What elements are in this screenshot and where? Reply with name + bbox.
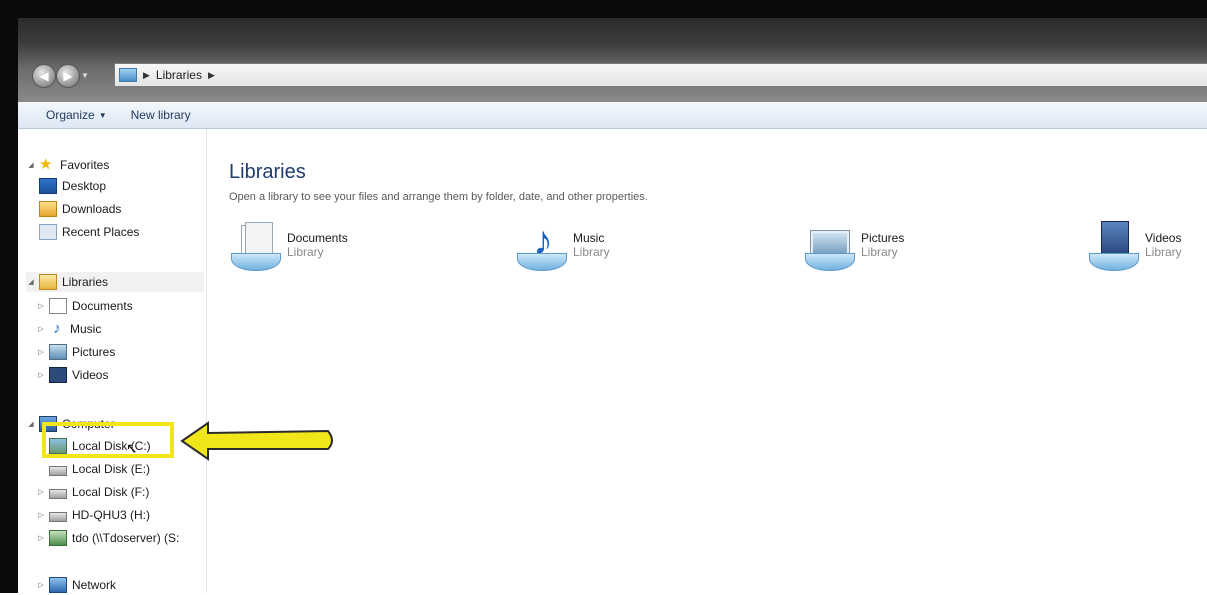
annotation-arrow-icon	[180, 421, 333, 461]
documents-library-icon	[229, 221, 281, 273]
nav-item-desktop[interactable]: Desktop	[36, 176, 106, 196]
collapsed-arrow-icon[interactable]: ▷	[36, 488, 46, 496]
collapsed-arrow-icon[interactable]: ▷	[36, 511, 46, 519]
libraries-icon	[39, 274, 57, 290]
content-pane: Libraries Open a library to see your fil…	[207, 129, 1207, 593]
screen-border-left	[0, 0, 18, 593]
disk-drive-icon	[49, 466, 67, 476]
desktop-icon	[39, 178, 57, 194]
nav-item-music[interactable]: ▷ ♪ Music	[36, 319, 101, 339]
star-icon: ★	[39, 156, 53, 173]
collapsed-arrow-icon[interactable]: ▷	[36, 302, 46, 310]
nav-item-label: Pictures	[72, 345, 116, 359]
page-title: Libraries	[229, 161, 306, 183]
organize-label: Organize	[46, 108, 95, 122]
nav-favorites[interactable]: ◢ ★ Favorites	[26, 155, 109, 175]
library-name: Pictures	[861, 231, 905, 245]
nav-item-label: Downloads	[62, 202, 122, 216]
forward-button[interactable]: ▶	[56, 64, 80, 88]
nav-item-label: Recent Places	[62, 225, 140, 239]
videos-icon	[49, 367, 67, 383]
new-library-button[interactable]: New library	[119, 108, 203, 122]
title-bar: ◀ ▶ ▼ ▶ Libraries ▶	[18, 18, 1207, 102]
collapsed-arrow-icon[interactable]: ▷	[36, 348, 46, 356]
library-name: Videos	[1145, 231, 1182, 245]
nav-item-label: Videos	[72, 368, 109, 382]
library-type: Library	[1145, 245, 1182, 259]
nav-item-downloads[interactable]: Downloads	[36, 199, 121, 219]
page-subtitle: Open a library to see your files and arr…	[229, 191, 648, 203]
library-type: Library	[861, 245, 898, 259]
expand-arrow-icon[interactable]: ◢	[26, 420, 36, 428]
forward-arrow-icon: ▶	[63, 69, 73, 83]
music-library-icon: ♪	[515, 221, 567, 273]
documents-icon	[49, 298, 67, 314]
network-drive-icon	[49, 530, 67, 546]
library-music[interactable]: ♪ Music Library	[515, 221, 610, 281]
collapsed-arrow-icon[interactable]: ▷	[36, 581, 46, 589]
nav-item-pictures[interactable]: ▷ Pictures	[36, 342, 115, 362]
nav-network-label: Network	[72, 578, 117, 592]
pictures-library-icon	[803, 221, 855, 273]
expand-arrow-icon[interactable]: ◢	[26, 278, 36, 286]
library-name: Documents	[287, 231, 348, 245]
library-documents[interactable]: Documents Library	[229, 221, 348, 281]
nav-item-recent-places[interactable]: Recent Places	[36, 222, 139, 242]
pictures-icon	[49, 344, 67, 360]
explorer-window: ◀ ▶ ▼ ▶ Libraries ▶ Organize ▼ New libra…	[18, 18, 1207, 593]
annotation-highlight-box	[42, 422, 174, 458]
navigation-pane: ◢ ★ Favorites Desktop Downloads Recent P…	[18, 129, 207, 593]
nav-item-label: Desktop	[62, 179, 107, 193]
address-bar[interactable]: ▶ Libraries ▶	[114, 63, 1207, 87]
nav-item-hd-qhu3[interactable]: ▷ HD-QHU3 (H:)	[36, 505, 150, 525]
nav-item-label: HD-QHU3 (H:)	[72, 508, 150, 522]
nav-libraries[interactable]: ◢ Libraries	[26, 272, 204, 292]
breadcrumb-separator-icon[interactable]: ▶	[208, 70, 215, 81]
disk-drive-icon	[49, 512, 67, 522]
music-note-icon: ♪	[53, 320, 61, 337]
disk-drive-icon	[49, 489, 67, 499]
library-name: Music	[573, 231, 605, 245]
breadcrumb-libraries[interactable]: Libraries	[156, 68, 202, 82]
library-type: Library	[287, 245, 324, 259]
network-icon	[49, 577, 67, 593]
chevron-down-icon: ▼	[98, 110, 107, 120]
collapsed-arrow-icon[interactable]: ▷	[36, 371, 46, 379]
nav-item-network-drive[interactable]: ▷ tdo (\\Tdoserver) (S:	[36, 528, 179, 548]
nav-network[interactable]: ▷ Network	[36, 575, 116, 595]
back-arrow-icon: ◀	[39, 69, 49, 83]
nav-item-local-disk-f[interactable]: ▷ Local Disk (F:)	[36, 482, 149, 502]
recent-places-icon	[39, 224, 57, 240]
nav-item-videos[interactable]: ▷ Videos	[36, 365, 108, 385]
library-pictures[interactable]: Pictures Library	[803, 221, 904, 281]
nav-item-label: Local Disk (F:)	[72, 485, 150, 499]
breadcrumb-separator-icon[interactable]: ▶	[143, 70, 150, 81]
new-library-label: New library	[130, 108, 191, 122]
collapsed-arrow-icon[interactable]: ▷	[36, 534, 46, 542]
nav-item-label: Music	[70, 322, 102, 336]
nav-buttons: ◀ ▶ ▼	[32, 64, 90, 88]
library-videos[interactable]: Videos Library	[1087, 221, 1182, 281]
nav-item-label: Documents	[72, 299, 133, 313]
downloads-icon	[39, 201, 57, 217]
nav-item-local-disk-e[interactable]: Local Disk (E:)	[46, 459, 150, 479]
screen-border-top	[0, 0, 1207, 20]
libraries-folder-icon	[119, 68, 137, 82]
nav-item-label: Local Disk (E:)	[72, 462, 151, 476]
back-button[interactable]: ◀	[32, 64, 56, 88]
recent-pages-dropdown[interactable]: ▼	[80, 64, 90, 86]
command-bar: Organize ▼ New library	[18, 102, 1207, 129]
videos-library-icon	[1087, 221, 1139, 273]
nav-favorites-label: Favorites	[60, 158, 110, 172]
mouse-cursor-icon: ↖	[126, 440, 138, 456]
nav-item-documents[interactable]: ▷ Documents	[36, 296, 133, 316]
nav-item-label: tdo (\\Tdoserver) (S:	[72, 531, 180, 545]
expand-arrow-icon[interactable]: ◢	[26, 161, 36, 169]
collapsed-arrow-icon[interactable]: ▷	[36, 325, 46, 333]
organize-button[interactable]: Organize ▼	[18, 108, 119, 122]
library-type: Library	[573, 245, 610, 259]
nav-libraries-label: Libraries	[62, 275, 109, 289]
